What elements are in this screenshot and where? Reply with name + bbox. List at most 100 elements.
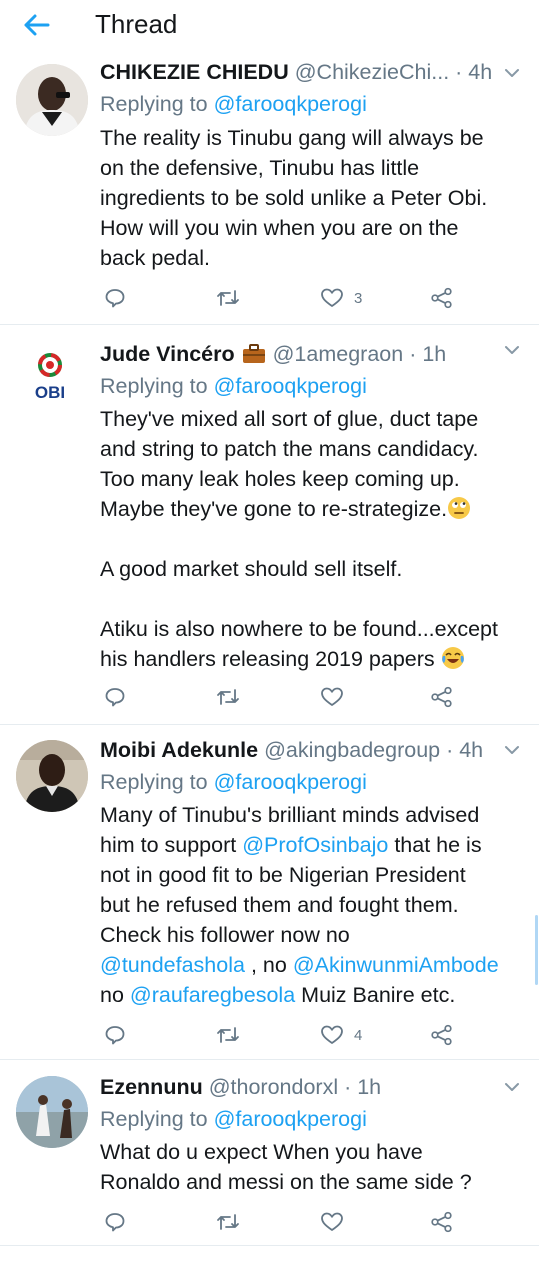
reply-icon	[105, 1213, 125, 1232]
username[interactable]: @thorondorxl	[209, 1075, 338, 1099]
share-icon	[431, 1024, 452, 1046]
replying-to: Replying to @farooqkperogi	[100, 89, 367, 119]
share-button[interactable]	[430, 283, 454, 313]
tweet[interactable]: Moibi Adekunle @akingbadegroup · 4h Repl…	[0, 725, 539, 1060]
replying-to: Replying to @farooqkperogi	[100, 371, 367, 401]
mention-link[interactable]: @ProfOsinbajo	[242, 833, 388, 857]
scroll-indicator[interactable]	[535, 915, 538, 985]
retweet-button[interactable]	[216, 283, 240, 313]
text-line: him to support @ProfOsinbajo that he is	[100, 830, 499, 860]
chevron-down-icon[interactable]	[501, 739, 523, 761]
tears-of-joy-emoji-icon	[441, 647, 464, 669]
display-name[interactable]: CHIKEZIE CHIEDU	[100, 60, 289, 84]
briefcase-icon	[242, 344, 265, 363]
text-line: They've mixed all sort of glue, duct tap…	[100, 407, 479, 431]
tweet[interactable]: Ezennunu @thorondorxl · 1h Replying to @…	[0, 1060, 539, 1246]
reply-button[interactable]	[104, 1020, 126, 1050]
avatar-photo	[16, 64, 88, 136]
tweet-header: Jude Vincéro @1amegraon · 1h	[100, 339, 446, 369]
text-line: but he refused them and fought them.	[100, 893, 459, 917]
text-line: The reality is Tinubu gang will always b…	[100, 126, 484, 150]
like-icon	[321, 687, 343, 706]
text-line: his handlers releasing 2019 papers	[100, 644, 498, 674]
text-line: Many of Tinubu's brilliant minds advised	[100, 803, 480, 827]
display-name[interactable]: Moibi Adekunle	[100, 738, 258, 762]
text-fragment: , no	[250, 953, 287, 977]
page-title: Thread	[95, 9, 178, 39]
text-line: on the defensive, Tinubu has little	[100, 156, 420, 180]
tweet[interactable]: CHIKEZIE CHIEDU @ChikezieChi... · 4h Rep…	[0, 50, 539, 325]
reply-button[interactable]	[104, 1207, 126, 1237]
mention-link[interactable]: @tundefashola	[100, 953, 245, 977]
share-button[interactable]	[430, 1207, 454, 1237]
display-name[interactable]: Ezennunu	[100, 1075, 203, 1099]
text-line: and string to patch the mans candidacy.	[100, 437, 479, 461]
text-fragment: no	[100, 983, 124, 1007]
text-fragment: Muiz Banire etc.	[301, 983, 456, 1007]
share-button[interactable]	[430, 1020, 454, 1050]
like-button[interactable]	[320, 682, 354, 712]
replying-to: Replying to @farooqkperogi	[100, 767, 367, 797]
share-icon	[431, 1211, 452, 1233]
top-bar: Thread	[0, 0, 539, 50]
avatar[interactable]	[16, 1076, 88, 1148]
mention-link[interactable]: @farooqkperogi	[214, 770, 367, 794]
timestamp[interactable]: · 4h	[455, 60, 492, 84]
rolling-eyes-emoji-icon	[448, 497, 471, 519]
mention-link[interactable]: @AkinwunmiAmbode	[293, 953, 499, 977]
username[interactable]: @ChikezieChi...	[295, 60, 449, 84]
avatar[interactable]	[16, 740, 88, 812]
text-line: Check his follower now no	[100, 923, 350, 947]
replying-prefix: Replying to	[100, 92, 208, 116]
share-button[interactable]	[430, 682, 454, 712]
text-fragment: his handlers releasing 2019 papers	[100, 647, 435, 671]
reply-icon	[105, 688, 125, 707]
timestamp[interactable]: · 1h	[409, 342, 446, 366]
like-icon	[321, 1212, 343, 1231]
mention-link[interactable]: @farooqkperogi	[214, 374, 367, 398]
retweet-button[interactable]	[216, 1020, 240, 1050]
reply-icon	[105, 289, 125, 308]
back-button[interactable]	[18, 8, 54, 42]
like-button[interactable]: 4	[320, 1020, 362, 1050]
display-name[interactable]: Jude Vincéro	[100, 342, 235, 366]
tweet-text: They've mixed all sort of glue, duct tap…	[100, 404, 498, 674]
chevron-down-icon[interactable]	[501, 339, 523, 361]
text-fragment: him to support	[100, 833, 237, 857]
avatar[interactable]	[16, 64, 88, 136]
username[interactable]: @1amegraon	[273, 342, 404, 366]
timestamp[interactable]: · 4h	[446, 738, 483, 762]
chevron-down-icon[interactable]	[501, 62, 523, 84]
mention-link[interactable]: @raufaregbesola	[130, 983, 295, 1007]
like-button[interactable]	[320, 1207, 354, 1237]
replying-prefix: Replying to	[100, 1107, 208, 1131]
text-fragment: that he is	[394, 833, 482, 857]
tweet-header: CHIKEZIE CHIEDU @ChikezieChi... · 4h	[100, 57, 492, 87]
reply-icon	[105, 1026, 125, 1045]
timestamp[interactable]: · 1h	[344, 1075, 381, 1099]
tweet-text: What do u expect When you have Ronaldo a…	[100, 1137, 472, 1197]
tweet-text: Many of Tinubu's brilliant minds advised…	[100, 800, 499, 1010]
avatar-photo	[16, 740, 88, 812]
avatar[interactable]: OBI	[20, 343, 80, 403]
like-count: 3	[354, 289, 363, 307]
retweet-icon	[217, 1214, 239, 1230]
like-count: 4	[354, 1026, 363, 1044]
username[interactable]: @akingbadegroup	[264, 738, 440, 762]
mention-link[interactable]: @farooqkperogi	[214, 92, 367, 116]
tweet[interactable]: OBI Jude Vincéro @1amegraon · 1h Replyin…	[0, 325, 539, 725]
text-line: not in good fit to be Nigerian President	[100, 863, 466, 887]
share-icon	[431, 686, 452, 708]
replying-prefix: Replying to	[100, 770, 208, 794]
retweet-button[interactable]	[216, 1207, 240, 1237]
retweet-button[interactable]	[216, 682, 240, 712]
reply-button[interactable]	[104, 682, 126, 712]
reply-button[interactable]	[104, 283, 126, 313]
mention-link[interactable]: @farooqkperogi	[214, 1107, 367, 1131]
chevron-down-icon[interactable]	[501, 1076, 523, 1098]
text-line: Too many leak holes keep coming up.	[100, 467, 460, 491]
like-button[interactable]: 3	[320, 283, 362, 313]
avatar-photo	[16, 1076, 88, 1148]
like-icon	[321, 288, 343, 307]
text-line: Ronaldo and messi on the same side ?	[100, 1170, 472, 1194]
